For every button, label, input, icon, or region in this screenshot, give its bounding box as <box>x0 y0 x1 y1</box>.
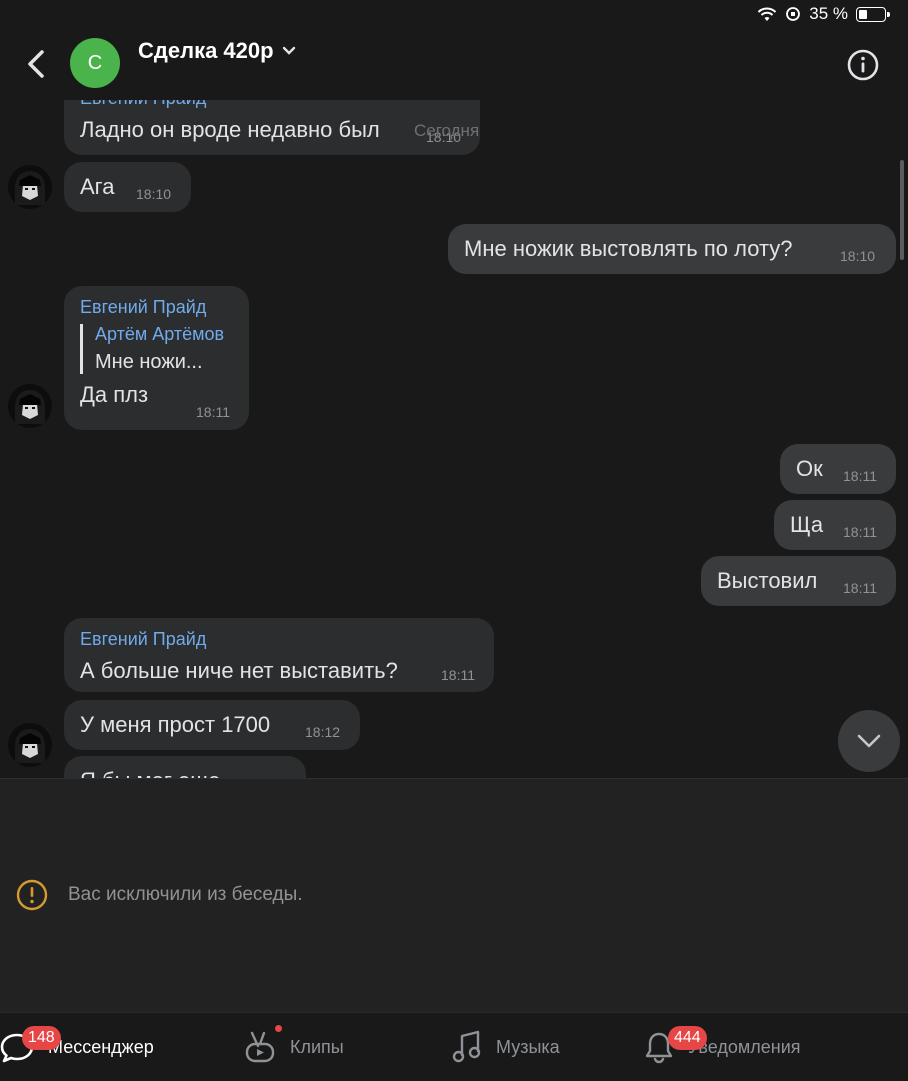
unread-badge: 148 <box>22 1026 61 1050</box>
warning-icon <box>16 879 48 911</box>
message-time: 18:11 <box>843 468 877 484</box>
message-bubble-outgoing[interactable]: Ок 18:11 <box>780 444 896 494</box>
chat-avatar[interactable]: С <box>70 38 120 88</box>
scrollbar[interactable] <box>900 160 904 260</box>
message-time: 18:12 <box>305 724 341 740</box>
message-bubble-outgoing[interactable]: Ща 18:11 <box>774 500 896 550</box>
message-bubble-outgoing[interactable]: Выстовил 18:11 <box>701 556 896 606</box>
message-list[interactable]: Евгений Прайд Ладно он вроде недавно был… <box>0 100 908 778</box>
tab-notifications[interactable]: Уведомления 444 <box>644 1013 801 1081</box>
tab-messenger[interactable]: Мессенджер 148 <box>0 1013 154 1081</box>
avatar[interactable] <box>8 384 52 428</box>
notice-text: Вас исключили из беседы. <box>68 884 303 905</box>
chevron-down-icon <box>282 46 295 55</box>
message-time: 18:11 <box>196 404 230 420</box>
message-time: 18:11 <box>441 667 475 683</box>
new-dot <box>275 1025 282 1032</box>
sender-name[interactable]: Евгений Прайд <box>80 297 233 318</box>
message-time: 18:11 <box>843 524 877 540</box>
status-indicators: 35 % <box>757 4 890 24</box>
message-text: Я бы мог еще <box>80 768 290 778</box>
scroll-down-button[interactable] <box>838 710 900 772</box>
tab-label: Музыка <box>496 1036 560 1057</box>
message-bubble[interactable]: Евгений Прайд А больше ниче нет выставит… <box>64 618 494 692</box>
message-text: Мне ножик выстовлять по лоту? <box>464 236 793 261</box>
tab-label: Клипы <box>290 1036 344 1057</box>
message-text: Ладно он вроде недавно был <box>80 117 380 142</box>
reply-quote[interactable]: Артём Артёмов Мне ножи... <box>80 324 233 374</box>
avatar[interactable] <box>8 723 52 767</box>
removed-notice: Вас исключили из беседы. <box>16 879 303 911</box>
message-bubble[interactable]: Евгений Прайд Артём Артёмов Мне ножи... … <box>64 286 249 430</box>
sender-name[interactable]: Евгений Прайд <box>80 629 478 650</box>
battery-icon <box>856 6 890 22</box>
message-time: 18:10 <box>136 186 172 202</box>
sender-name[interactable]: Евгений Прайд <box>80 100 464 109</box>
message-bubble[interactable]: Ага 18:10 <box>64 162 191 212</box>
message-bubble-outgoing[interactable]: Мне ножик выстовлять по лоту? 18:10 <box>448 224 896 274</box>
battery-percent: 35 % <box>809 4 848 23</box>
back-button[interactable] <box>18 46 54 82</box>
date-label: Сегодня <box>414 121 480 140</box>
tab-music[interactable]: Музыка <box>452 1013 560 1081</box>
bottom-tab-bar: Мессенджер 148 Клипы Музыка Уведомления … <box>0 1012 908 1081</box>
wifi-icon <box>758 7 777 21</box>
message-bubble[interactable]: Я бы мог еще <box>64 756 306 778</box>
clips-icon <box>245 1031 275 1063</box>
message-time: 18:10 <box>840 248 876 264</box>
chevron-left-icon <box>28 50 44 78</box>
orientation-lock-icon <box>786 7 801 21</box>
message-time: 18:11 <box>843 580 877 596</box>
info-icon <box>847 49 879 81</box>
composer-area: Вас исключили из беседы. <box>0 778 908 1013</box>
chevron-down-icon <box>857 734 881 748</box>
reply-text: Мне ножи... <box>95 351 203 373</box>
info-button[interactable] <box>844 46 882 84</box>
tab-clips[interactable]: Клипы <box>244 1013 344 1081</box>
chat-header: С Сделка 420р <box>0 28 908 100</box>
message-bubble[interactable]: У меня прост 1700 18:12 <box>64 700 360 750</box>
avatar[interactable] <box>8 165 52 209</box>
unread-badge: 444 <box>668 1026 707 1050</box>
reply-author: Артём Артёмов <box>95 324 225 344</box>
message-text: А больше ниче нет выставить? <box>80 658 398 683</box>
tab-label: Мессенджер <box>48 1036 154 1057</box>
chat-title-text: Сделка 420р <box>138 38 274 63</box>
chat-title[interactable]: Сделка 420р <box>138 38 296 64</box>
music-note-icon <box>452 1030 481 1063</box>
status-bar: 35 % <box>0 0 908 28</box>
